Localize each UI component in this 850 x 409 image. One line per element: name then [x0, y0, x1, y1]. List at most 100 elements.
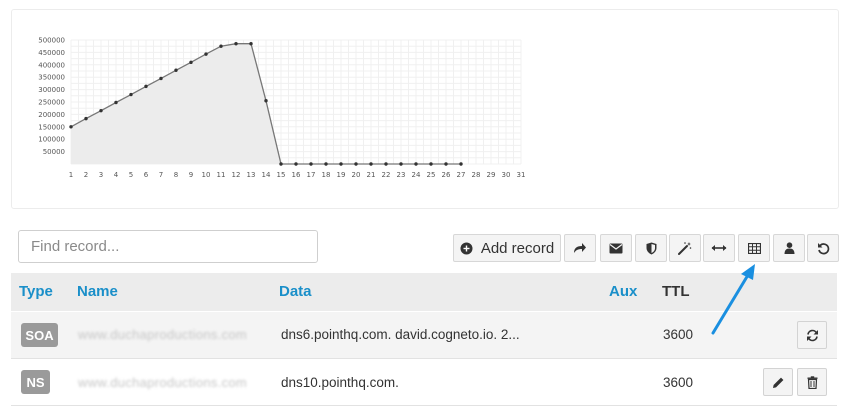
data-point [114, 100, 118, 105]
x-tick-label: 17 [307, 171, 316, 179]
usage-chart-panel: 50000 100000 150000 200000 250000 300000 3 5000… [11, 9, 839, 209]
delete-record-button[interactable] [797, 368, 827, 396]
y-tick-label: 300000 [38, 86, 65, 94]
data-point [219, 44, 223, 48]
column-header-type[interactable]: Type [19, 283, 53, 300]
share-button[interactable] [564, 234, 596, 262]
expand-button[interactable] [703, 234, 735, 262]
column-header-ttl[interactable]: TTL [662, 283, 690, 300]
data-point [384, 162, 388, 166]
data-point [144, 84, 148, 89]
trash-icon [807, 375, 817, 389]
security-button[interactable] [635, 234, 667, 262]
y-tick-label: 50000 [43, 148, 65, 156]
x-tick-label: 6 [144, 171, 149, 179]
data-point [84, 116, 88, 121]
x-tick-label: 15 [277, 171, 286, 179]
data-point [129, 92, 133, 97]
arrows-horizontal-icon [711, 245, 727, 251]
x-tick-label: 25 [427, 171, 436, 179]
data-point [369, 162, 373, 166]
data-point [399, 162, 403, 166]
undo-button[interactable] [807, 234, 839, 262]
x-tick-label: 21 [367, 171, 376, 179]
x-tick-label: 13 [247, 171, 256, 179]
record-ttl: 3600 [663, 327, 694, 342]
undo-icon [817, 242, 829, 254]
add-record-button[interactable]: Add record [453, 234, 561, 262]
table-icon [747, 242, 761, 254]
y-tick-label: 200000 [38, 111, 65, 119]
data-point [264, 99, 268, 103]
x-tick-label: 22 [382, 171, 391, 179]
x-tick-label: 7 [159, 171, 163, 179]
record-data: dns6.pointhq.com. david.cogneto.io. 2... [281, 327, 520, 342]
data-point [249, 42, 253, 46]
x-tick-label: 16 [292, 171, 301, 179]
x-tick-label: 23 [397, 171, 406, 179]
share-icon [574, 243, 586, 253]
x-tick-label: 3 [99, 171, 103, 179]
data-point [189, 60, 193, 65]
x-tick-label: 26 [442, 171, 451, 179]
x-tick-label: 29 [487, 171, 496, 179]
data-point [159, 76, 163, 81]
data-point [204, 52, 208, 56]
edit-record-button[interactable] [763, 368, 793, 396]
data-point [279, 162, 283, 166]
column-header-aux[interactable]: Aux [609, 283, 637, 300]
column-header-name[interactable]: Name [77, 283, 118, 300]
shield-icon [646, 242, 656, 254]
magic-wand-icon [678, 242, 692, 255]
data-point [69, 125, 73, 129]
user-button[interactable] [773, 234, 805, 262]
table-view-button[interactable] [738, 234, 770, 262]
x-tick-label: 11 [217, 171, 226, 179]
data-point [414, 162, 418, 166]
x-tick-label: 8 [174, 171, 178, 179]
x-tick-label: 10 [202, 171, 211, 179]
envelope-icon [609, 243, 623, 253]
y-tick-label: 500000 [38, 37, 65, 45]
pencil-icon [772, 377, 783, 388]
data-point [429, 162, 433, 166]
record-name: www.duchaproductions.com [78, 327, 248, 342]
x-tick-label: 18 [322, 171, 331, 179]
column-header-data[interactable]: Data [279, 283, 312, 300]
x-tick-label: 27 [457, 171, 466, 179]
record-ttl: 3600 [663, 375, 694, 390]
x-tick-label: 1 [69, 171, 73, 179]
refresh-icon [806, 329, 818, 341]
record-type-badge: NS [21, 370, 50, 394]
records-table-header [11, 273, 837, 311]
x-tick-label: 2 [84, 171, 88, 179]
record-name: www.duchaproductions.com [78, 375, 248, 390]
data-point [99, 108, 103, 113]
data-point [294, 162, 298, 166]
usage-chart: 50000 100000 150000 200000 250000 300000 3 5000… [38, 37, 525, 180]
y-tick-label: 400000 [38, 61, 65, 69]
x-tick-label: 28 [472, 171, 481, 179]
y-tick-label: 150000 [38, 123, 65, 131]
record-type-badge: SOA [21, 323, 58, 347]
refresh-record-button[interactable] [797, 321, 827, 349]
templates-button[interactable] [669, 234, 701, 262]
y-tick-label: 250000 [38, 99, 65, 107]
x-tick-label: 24 [412, 171, 421, 179]
x-tick-label: 4 [114, 171, 119, 179]
y-tick-label: 100000 [38, 136, 65, 144]
x-tick-label: 19 [337, 171, 346, 179]
add-record-label: Add record [480, 239, 555, 257]
data-point [444, 162, 448, 166]
data-point [339, 162, 343, 166]
x-tick-label: 20 [352, 171, 361, 179]
email-button[interactable] [600, 234, 632, 262]
plus-circle-icon [460, 242, 473, 254]
data-point [234, 42, 238, 46]
find-record-input[interactable] [18, 230, 318, 263]
data-point [459, 162, 463, 166]
x-tick-label: 12 [232, 171, 241, 179]
x-tick-label: 30 [502, 171, 511, 179]
x-tick-label: 5 [129, 171, 133, 179]
record-data: dns10.pointhq.com. [281, 375, 399, 390]
